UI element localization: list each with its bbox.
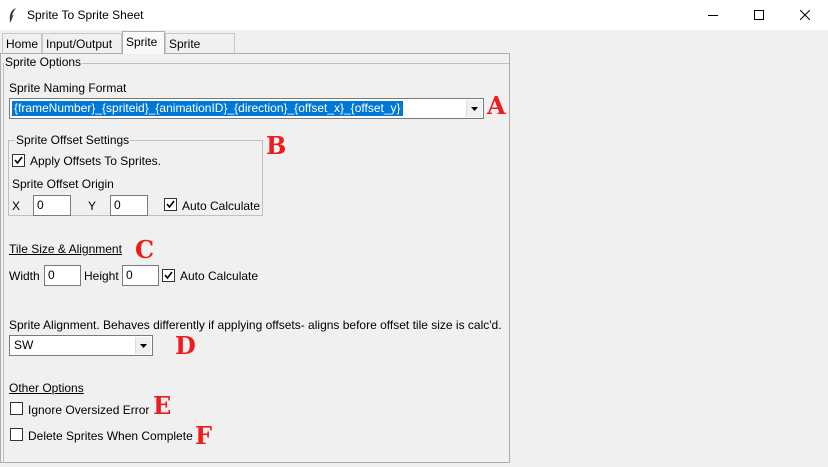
naming-format-value: {frameNumber}_{spriteid}_{animationID}_{… xyxy=(12,101,403,116)
tile-width-input[interactable]: 0 xyxy=(44,265,81,286)
chevron-down-icon[interactable] xyxy=(135,337,151,354)
offset-y-label: Y xyxy=(88,199,97,213)
offset-origin-label: Sprite Offset Origin xyxy=(12,177,114,191)
title-bar: Sprite To Sprite Sheet xyxy=(0,0,828,30)
offset-auto-calculate-checkbox[interactable] xyxy=(164,198,177,211)
other-options-title: Other Options xyxy=(9,381,84,395)
delete-sprites-checkbox[interactable] xyxy=(10,428,23,441)
annotation-f: F xyxy=(195,421,213,450)
sprite-tab-panel: Sprite Options Sprite Naming Format {fra… xyxy=(0,53,510,463)
sprite-options-title: Sprite Options xyxy=(4,55,83,69)
annotation-d: D xyxy=(175,331,196,360)
offset-x-input[interactable]: 0 xyxy=(33,195,71,216)
alignment-value: SW xyxy=(14,338,34,352)
close-icon xyxy=(800,10,810,20)
ignore-oversized-label: Ignore Oversized Error xyxy=(28,403,150,417)
alignment-select[interactable]: SW xyxy=(9,335,153,356)
checkmark-icon xyxy=(14,156,23,165)
tile-width-label: Width xyxy=(9,269,40,283)
window-title: Sprite To Sprite Sheet xyxy=(27,8,144,22)
tab-bar: Home Input/Output Sprite Sprite Sheet xyxy=(0,30,828,71)
tab-sprite-sheet[interactable]: Sprite Sheet xyxy=(165,33,235,71)
tile-size-title-text: Tile Size & Alignment xyxy=(9,242,122,256)
tile-auto-calculate-label: Auto Calculate xyxy=(180,269,259,283)
minimize-button[interactable] xyxy=(690,0,736,30)
annotation-e: E xyxy=(153,391,172,420)
checkmark-icon xyxy=(166,200,175,209)
naming-format-select[interactable]: {frameNumber}_{spriteid}_{animationID}_{… xyxy=(9,98,484,119)
annotation-b: B xyxy=(266,131,287,160)
tile-auto-calculate-checkbox[interactable] xyxy=(162,269,175,282)
annotation-a: A xyxy=(487,91,506,120)
tab-input-output[interactable]: Input/Output xyxy=(42,33,122,53)
apply-offsets-label: Apply Offsets To Sprites. xyxy=(30,154,161,168)
naming-format-label: Sprite Naming Format xyxy=(9,81,127,95)
offset-settings-title: Sprite Offset Settings xyxy=(15,133,131,147)
tab-home[interactable]: Home xyxy=(2,33,42,53)
offset-y-input[interactable]: 0 xyxy=(110,195,148,216)
tile-size-title: Tile Size & Alignment xyxy=(9,242,122,256)
alignment-label: Sprite Alignment. Behaves differently if… xyxy=(9,318,502,332)
delete-sprites-label: Delete Sprites When Complete xyxy=(28,429,193,443)
chevron-down-icon[interactable] xyxy=(466,100,482,117)
maximize-button[interactable] xyxy=(736,0,782,30)
close-button[interactable] xyxy=(782,0,828,30)
minimize-icon xyxy=(708,15,718,16)
ignore-oversized-checkbox[interactable] xyxy=(10,402,23,415)
checkmark-icon xyxy=(164,271,173,280)
offset-x-label: X xyxy=(12,199,21,213)
other-options-title-text: Other Options xyxy=(9,381,84,395)
maximize-icon xyxy=(754,10,764,20)
annotation-c: C xyxy=(135,235,155,264)
tile-height-input[interactable]: 0 xyxy=(122,265,159,286)
tab-sprite[interactable]: Sprite xyxy=(122,31,165,54)
apply-offsets-checkbox[interactable] xyxy=(12,154,25,167)
feather-icon xyxy=(8,7,18,23)
offset-auto-calculate-label: Auto Calculate xyxy=(182,199,261,213)
tile-height-label: Height xyxy=(84,269,119,283)
